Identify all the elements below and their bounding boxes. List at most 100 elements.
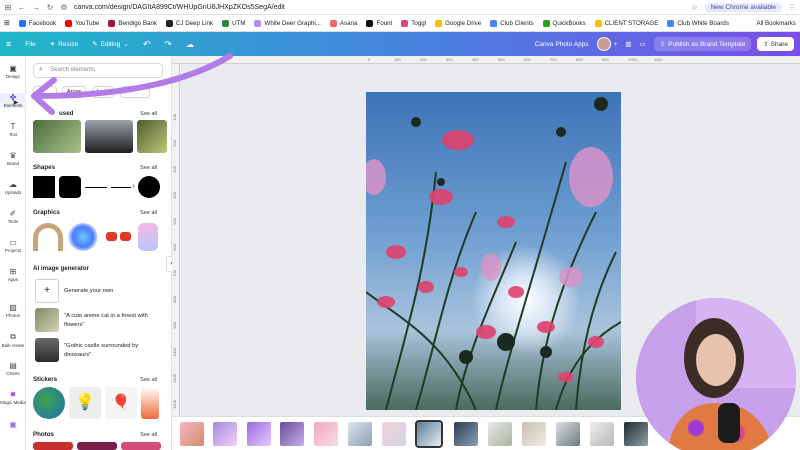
rail-photos[interactable]: ▨ Photos (0, 303, 26, 318)
redo-icon[interactable]: ↷ (164, 39, 172, 50)
see-all-stickers[interactable]: See all (140, 377, 157, 383)
sunglasses-graphic[interactable] (104, 232, 134, 242)
page-thumb-selected[interactable] (415, 420, 443, 448)
page-thumb[interactable] (213, 422, 237, 446)
ruler-top: 0 100 200 300 400 500 600 700 800 900 1000 1100 (172, 56, 800, 64)
page-thumb[interactable] (314, 422, 338, 446)
rail-tools[interactable]: ✐ Tools (0, 209, 26, 224)
page-thumb[interactable] (280, 422, 304, 446)
chrome-update-button[interactable]: New Chrome available (704, 2, 782, 12)
bookmark-item[interactable]: White Deer Graphi... (254, 19, 321, 27)
sticker-partial[interactable] (141, 387, 159, 419)
site-info-icon[interactable]: ⚙ (60, 3, 68, 12)
rail-text[interactable]: T Text (0, 122, 26, 137)
cloud-saved-icon[interactable]: ☁ (186, 40, 194, 49)
bookmark-item[interactable]: UTM (222, 19, 246, 27)
photo-thumb[interactable] (33, 442, 73, 450)
reload-icon[interactable]: ↻ (46, 3, 54, 12)
page-thumb[interactable] (454, 422, 478, 446)
watercolor-graphic[interactable] (68, 223, 98, 251)
rail-charts[interactable]: ▤ Charts (0, 361, 26, 376)
see-all-graphics[interactable]: See all (140, 210, 157, 216)
see-all-photos[interactable]: See all (140, 432, 157, 438)
page-thumb[interactable] (488, 422, 512, 446)
bookmark-item[interactable]: Club White Boards (667, 19, 729, 27)
globe-sticker[interactable] (33, 387, 65, 419)
ruler-tick-label: 600 (172, 244, 177, 251)
plus-icon[interactable]: + (35, 279, 59, 303)
gothic-castle-thumb[interactable] (35, 338, 59, 362)
insights-icon[interactable]: ▥ (625, 40, 631, 48)
add-collaborator-icon[interactable]: + (614, 41, 618, 48)
anime-cat-thumb[interactable] (35, 308, 59, 332)
bookmark-item[interactable]: Fount (366, 19, 392, 27)
page-thumb[interactable] (382, 422, 406, 446)
design-title[interactable]: Canva Photo Apps (535, 41, 589, 48)
bookmark-item[interactable]: Asana (329, 19, 357, 27)
bookmark-favicon-icon (222, 19, 230, 27)
page-thumb[interactable] (247, 422, 271, 446)
page-thumb[interactable] (590, 422, 614, 446)
rail-uploads[interactable]: ☁ Uploads (0, 180, 26, 195)
bookmark-item[interactable]: Toggl (401, 19, 426, 27)
arrow-line-shape[interactable]: › (111, 183, 135, 191)
photo-thumb[interactable] (121, 442, 161, 450)
bookmark-item[interactable]: CLIENT STORAGE (594, 19, 658, 27)
tabs-icon[interactable]: ⊞ (4, 3, 12, 12)
bookmark-item[interactable]: Facebook (18, 19, 56, 27)
page-thumb[interactable] (348, 422, 372, 446)
generate-own-button[interactable]: Generate your own (64, 288, 113, 294)
balloons-sticker[interactable]: 🎈 (105, 387, 137, 419)
rainbow-graphic[interactable] (33, 223, 63, 251)
recent-photo-field[interactable] (137, 120, 167, 153)
menu-icon[interactable]: ⋮ (788, 3, 796, 12)
bookmark-item[interactable]: Google Drive (435, 19, 481, 27)
rail-magic-media[interactable]: ✸ Magic Media (0, 390, 26, 405)
rail-apps[interactable]: ⊞ Apps (0, 267, 26, 282)
undo-icon[interactable]: ↶ (143, 39, 151, 50)
see-all-shapes[interactable]: See all (140, 165, 157, 171)
avatar[interactable] (596, 37, 611, 51)
rounded-square-shape[interactable] (59, 176, 81, 198)
page-thumb[interactable] (556, 422, 580, 446)
rail-bulk-create[interactable]: ⧉ Bulk create (0, 332, 26, 348)
forward-icon[interactable]: → (32, 3, 40, 12)
line-shape[interactable] (85, 187, 107, 188)
rail-brand[interactable]: ♛ Brand (0, 151, 26, 166)
star-icon[interactable]: ☆ (691, 3, 699, 12)
all-bookmarks-link[interactable]: All Bookmarks (756, 20, 796, 27)
bookmark-item[interactable]: CJ Deep Link (165, 19, 213, 27)
recent-photo-couple[interactable] (33, 120, 81, 153)
editing-mode-button[interactable]: ✎ Editing ⌄ (92, 40, 129, 49)
toy-graphic[interactable] (138, 223, 158, 251)
circle-shape[interactable] (138, 176, 160, 198)
back-icon[interactable]: ← (18, 3, 26, 12)
bookmark-item[interactable]: QuickBooks (542, 19, 586, 27)
design-photo-cosmos-flowers[interactable] (366, 92, 621, 410)
bookmark-item[interactable]: YouTube (65, 19, 99, 27)
page-thumb[interactable] (624, 422, 648, 446)
ruler-tick-label: 500 (498, 57, 505, 62)
rail-extra[interactable]: ▣ (0, 420, 26, 430)
bookmark-item[interactable]: Club Clients (490, 19, 534, 27)
photo-thumb[interactable] (77, 442, 117, 450)
bookmark-label: UTM (232, 19, 246, 27)
prompt-gothic-castle[interactable]: "Gothic castle surrounded by dinosaurs" (64, 342, 160, 360)
rail-projects[interactable]: ▭ Projects (0, 238, 26, 253)
recent-photo-silhouette[interactable] (85, 120, 133, 153)
publish-brand-template-button[interactable]: ⇪ Publish as Brand Template (653, 37, 752, 51)
magic-icon: ✸ (9, 390, 17, 399)
url-input[interactable]: canva.com/design/DAGItA899Ct/WHUpGnU8JHX… (74, 4, 685, 11)
main-menu-icon[interactable]: ≡ (6, 39, 11, 49)
resize-button[interactable]: ✦ Resize (50, 40, 78, 49)
apps-grid-icon[interactable]: ⊞ (4, 19, 10, 27)
square-shape[interactable] (33, 176, 55, 198)
comments-icon[interactable]: ▭ (640, 40, 646, 48)
share-button[interactable]: ⇧ Share (757, 37, 794, 51)
lightbulb-sticker[interactable]: 💡 (69, 387, 101, 419)
page-thumb[interactable] (180, 422, 204, 446)
page-thumb[interactable] (522, 422, 546, 446)
prompt-anime-cat[interactable]: "A cute anime cat in a forest with flowe… (64, 312, 160, 330)
bookmark-item[interactable]: Bendigo Bank (108, 19, 157, 27)
file-menu[interactable]: File (25, 41, 35, 48)
